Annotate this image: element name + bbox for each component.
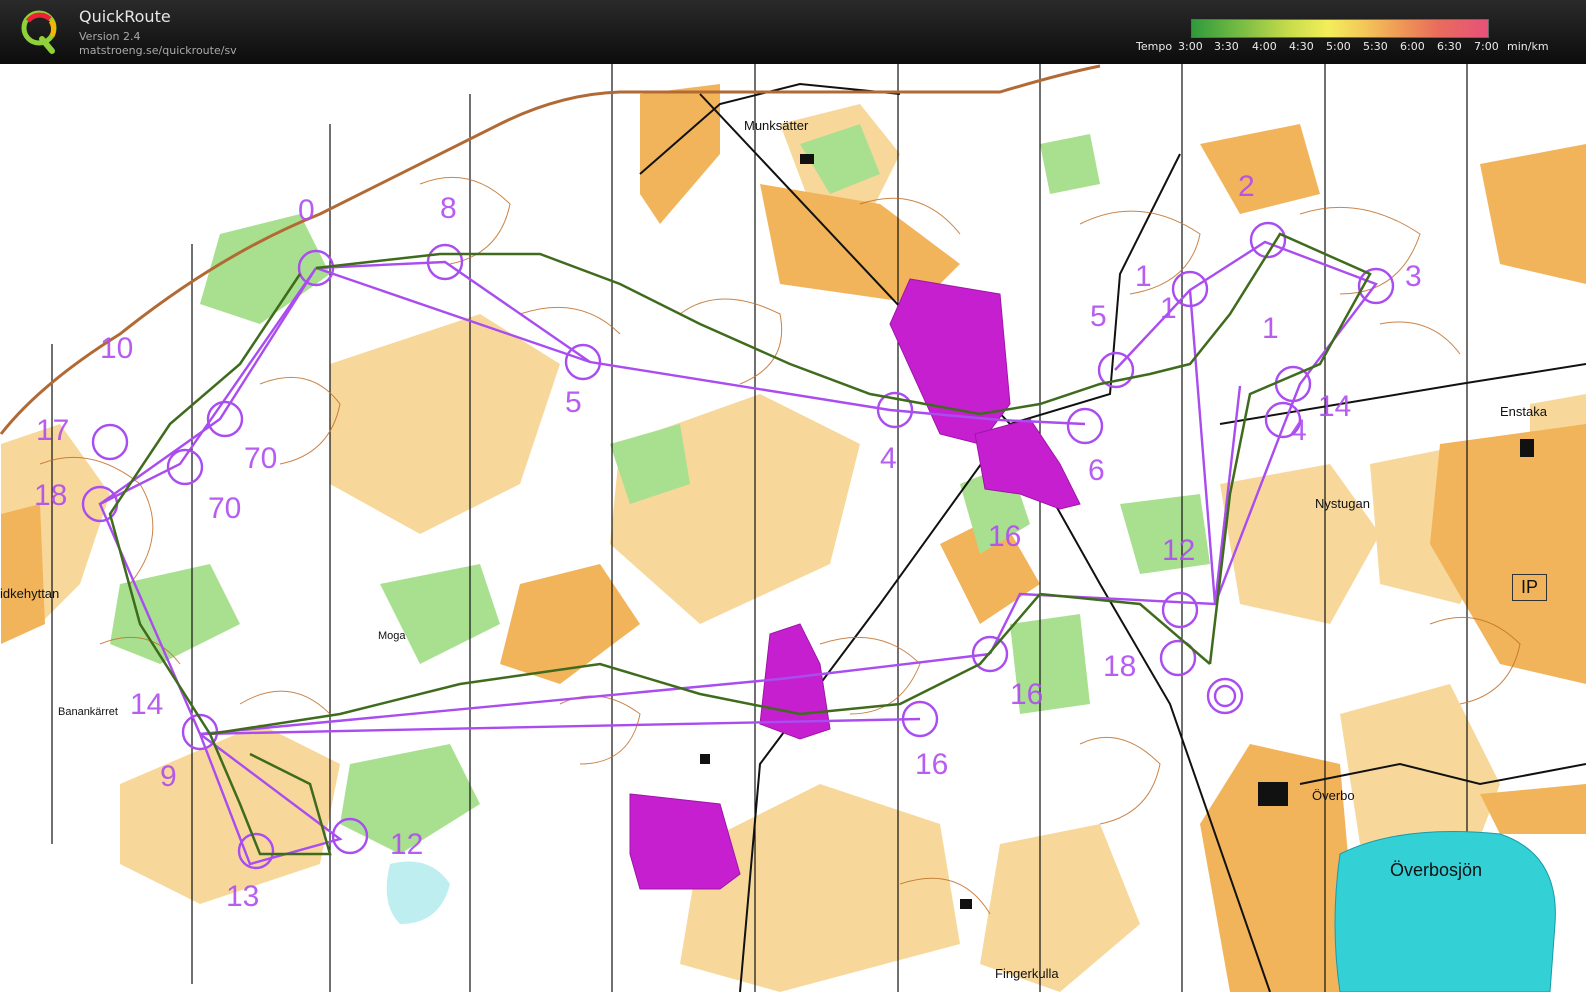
control-number: 14 — [1318, 390, 1352, 423]
control-number: 3 — [1405, 260, 1422, 293]
place-label-nystugan: Nystugan — [1315, 496, 1370, 511]
app-version: Version 2.4 — [79, 30, 141, 43]
control-number: 13 — [226, 880, 260, 913]
control-number: 70 — [208, 492, 242, 525]
map-graphics — [0, 64, 1586, 992]
control-number: 8 — [440, 192, 457, 225]
control-number: 4 — [1290, 414, 1307, 447]
control-number: 12 — [390, 828, 424, 861]
control-number: 16 — [988, 520, 1022, 553]
place-label-fingerkulla: Fingerkulla — [995, 966, 1059, 981]
control-number: 2 — [1238, 170, 1255, 203]
pace-tick: 6:00 — [1400, 40, 1425, 53]
control-number: 5 — [565, 386, 582, 419]
pace-scale-labels: Tempo 3:00 3:30 4:00 4:30 5:00 5:30 6:00… — [1136, 40, 1556, 56]
pace-tick: 5:00 — [1326, 40, 1351, 53]
app-url[interactable]: matstroeng.se/quickroute/sv — [79, 44, 237, 57]
pace-tick: 4:30 — [1289, 40, 1314, 53]
pace-tick: 4:00 — [1252, 40, 1277, 53]
place-label-overbo: Överbo — [1312, 788, 1355, 803]
control-number: 6 — [1088, 454, 1105, 487]
app-name: QuickRoute — [79, 7, 171, 26]
pace-scale-title: Tempo — [1136, 40, 1173, 53]
lake-overbosjon — [1334, 831, 1556, 992]
control-number: 14 — [130, 688, 164, 721]
control-number: 18 — [34, 479, 68, 512]
place-label-ip: IP — [1512, 574, 1548, 601]
control-number: 17 — [36, 414, 70, 447]
control-number: 70 — [244, 442, 278, 475]
control-number: 10 — [100, 332, 134, 365]
control-number: 12 — [1162, 534, 1196, 567]
place-label-munksatter: Munksätter — [744, 118, 809, 133]
place-label-lidkehyttan: idkehyttan — [0, 586, 60, 601]
pace-tick: 5:30 — [1363, 40, 1388, 53]
control-number: 18 — [1103, 650, 1137, 683]
place-label-enstaka: Enstaka — [1500, 404, 1547, 419]
control-number: 5 — [1090, 300, 1107, 333]
app-header: QuickRoute Version 2.4 matstroeng.se/qui… — [0, 0, 1586, 64]
pace-tick: 3:00 — [1178, 40, 1203, 53]
pace-tick: 6:30 — [1437, 40, 1462, 53]
pace-tick: 7:00 — [1474, 40, 1499, 53]
pace-tick: 3:30 — [1214, 40, 1239, 53]
control-number: 16 — [1010, 678, 1044, 711]
control-number: 1 — [1160, 292, 1177, 325]
control-number: 16 — [915, 748, 949, 781]
control-number: 0 — [298, 194, 315, 227]
quickroute-logo-icon — [21, 10, 57, 54]
control-number: 9 — [160, 760, 177, 793]
pace-color-scale — [1191, 19, 1489, 38]
place-label-banankarret: Banankärret — [58, 706, 118, 718]
place-label-moga: Moga — [378, 630, 406, 642]
place-label-overbosjon: Överbosjön — [1390, 860, 1483, 880]
control-number: 1 — [1135, 260, 1152, 293]
pond — [386, 861, 450, 924]
control-number: 1 — [1262, 312, 1279, 345]
pace-scale-unit: min/km — [1507, 40, 1549, 53]
control-number: 4 — [880, 442, 897, 475]
orienteering-map[interactable]: Munksätter Enstaka Nystugan IP idkehytta… — [0, 64, 1586, 992]
